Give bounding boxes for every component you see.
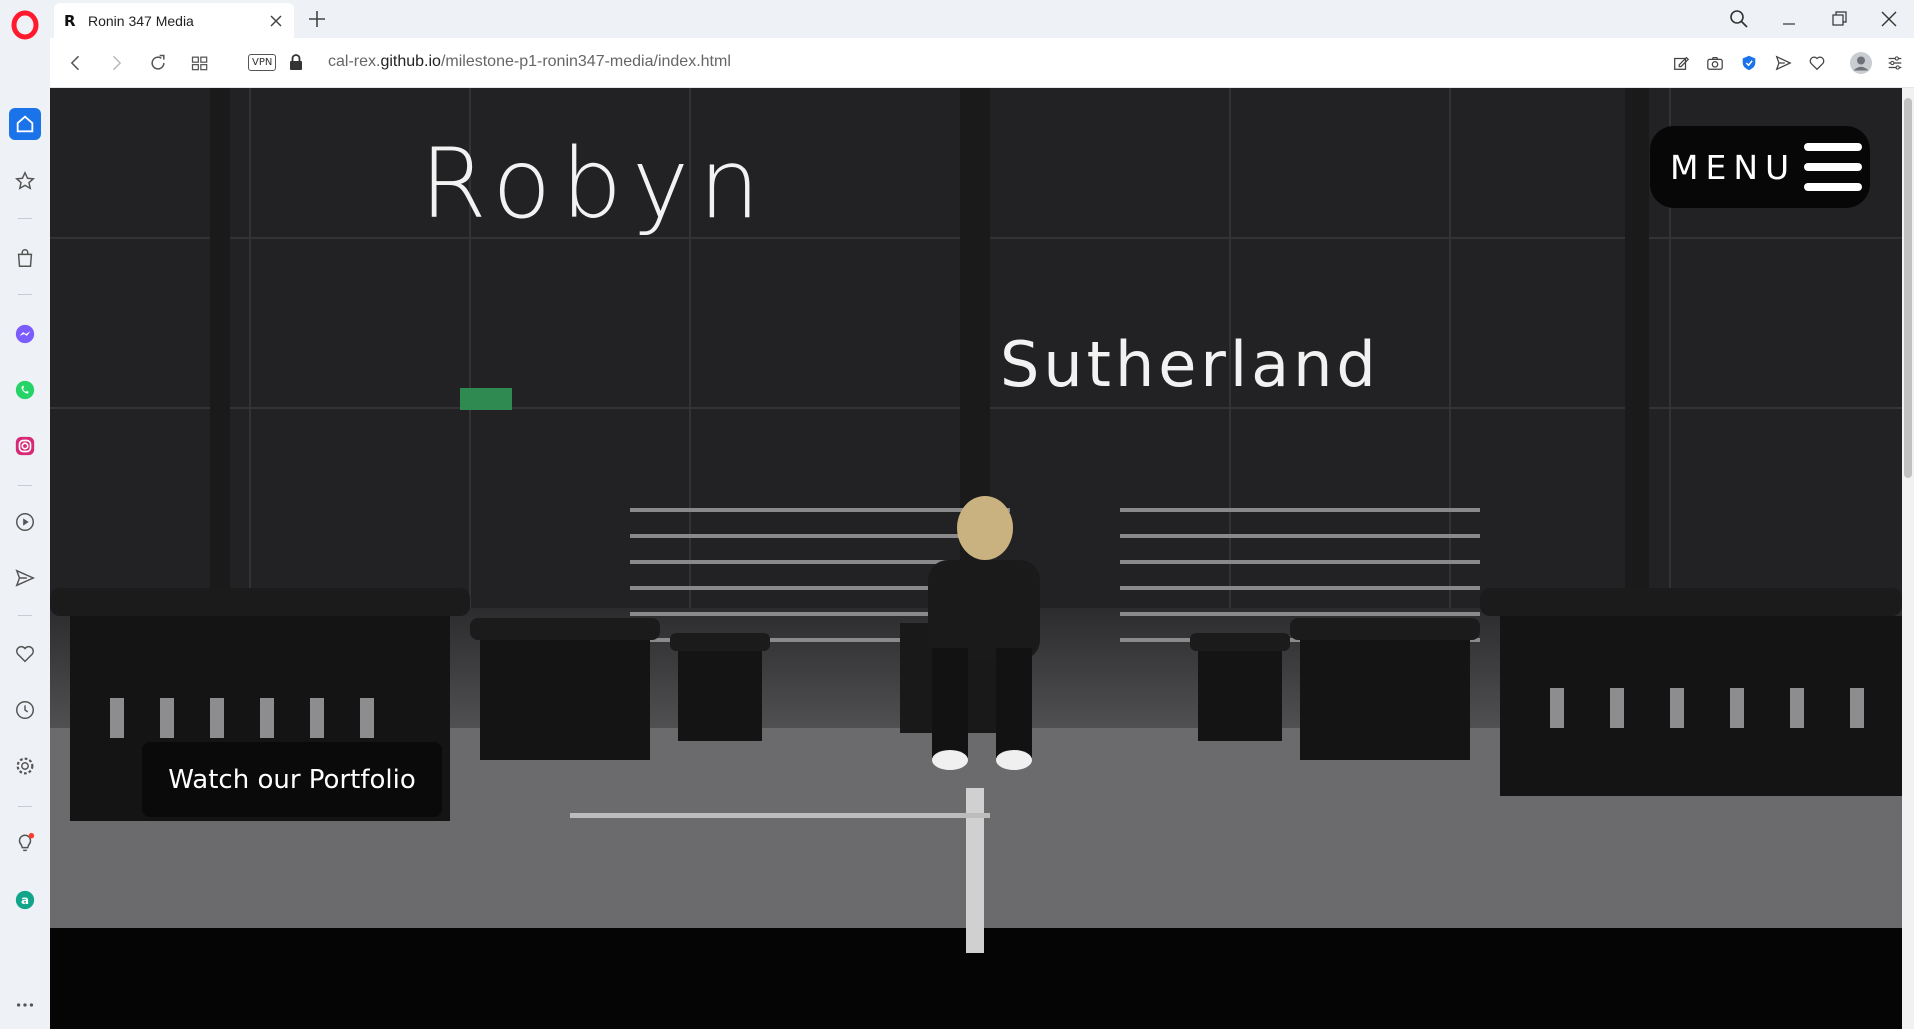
tab-title: Ronin 347 Media: [88, 12, 194, 29]
scrollbar-thumb[interactable]: [1904, 98, 1912, 478]
more-icon[interactable]: [12, 992, 38, 1018]
clock-icon[interactable]: [12, 697, 38, 723]
camera-icon[interactable]: [1702, 50, 1728, 76]
snapshot-edit-icon[interactable]: [1668, 50, 1694, 76]
url-prefix: cal-rex.: [328, 53, 381, 70]
address-field[interactable]: cal-rex.github.io/milestone-p1-ronin347-…: [328, 53, 731, 71]
opera-sidebar: a: [0, 0, 50, 1029]
gym-scene-image: [50, 88, 1902, 1029]
window-controls: [1714, 0, 1914, 38]
send-icon[interactable]: [12, 565, 38, 591]
vpn-badge[interactable]: VPN: [248, 54, 277, 71]
tab-active[interactable]: R Ronin 347 Media: [54, 3, 294, 38]
back-button[interactable]: [64, 51, 88, 75]
sidebar-separator: [18, 615, 32, 616]
window-close-button[interactable]: [1864, 0, 1914, 38]
hero-video-background: Robyn Sutherland MENU Watch our Portfoli…: [50, 88, 1902, 1029]
tab-favicon-icon: R: [64, 11, 76, 30]
messenger-icon[interactable]: [12, 321, 38, 347]
share-send-icon[interactable]: [1770, 50, 1796, 76]
home-icon[interactable]: [9, 108, 41, 140]
opera-logo-icon[interactable]: [10, 10, 40, 40]
url-host: github.io: [380, 53, 441, 70]
reload-button[interactable]: [146, 51, 170, 75]
gear-icon[interactable]: [12, 753, 38, 779]
easy-setup-icon[interactable]: [1882, 50, 1908, 76]
hamburger-icon: [1804, 143, 1863, 191]
menu-button[interactable]: MENU: [1650, 126, 1870, 208]
player-icon[interactable]: [12, 509, 38, 535]
hero-title-first-name: Robyn: [420, 128, 770, 240]
svg-text:a: a: [21, 893, 29, 907]
url-path: /milestone-p1-ronin347-media/index.html: [440, 53, 731, 70]
toolbar-right-icons: [1668, 49, 1908, 77]
lightbulb-icon[interactable]: [12, 830, 38, 856]
bookmark-heart-icon[interactable]: [1804, 50, 1830, 76]
instagram-icon[interactable]: [12, 433, 38, 459]
sidebar-separator: [18, 806, 32, 807]
tab-strip: R Ronin 347 Media: [50, 0, 1914, 38]
watch-portfolio-label: Watch our Portfolio: [168, 764, 416, 795]
forward-button[interactable]: [104, 51, 128, 75]
hero-title-last-name: Sutherland: [1000, 328, 1380, 401]
sidebar-separator: [18, 485, 32, 486]
ad-blocker-shield-icon[interactable]: [1736, 50, 1762, 76]
address-toolbar: VPN cal-rex.github.io/milestone-p1-ronin…: [50, 38, 1914, 88]
speed-dial-icon[interactable]: [188, 51, 212, 75]
tab-search-icon[interactable]: [1714, 0, 1764, 38]
aria-icon[interactable]: a: [12, 887, 38, 913]
account-avatar-icon[interactable]: [1848, 50, 1874, 76]
close-icon[interactable]: [268, 13, 284, 29]
lock-icon[interactable]: [288, 53, 304, 71]
star-icon[interactable]: [12, 168, 38, 194]
menu-label: MENU: [1670, 147, 1797, 187]
whatsapp-icon[interactable]: [12, 377, 38, 403]
watch-portfolio-button[interactable]: Watch our Portfolio: [142, 742, 442, 817]
restore-button[interactable]: [1814, 0, 1864, 38]
browser-window: a R Ronin 347 Media VPN cal-rex.github.i…: [0, 0, 1914, 1029]
new-tab-button[interactable]: [306, 8, 328, 30]
page-viewport: Robyn Sutherland MENU Watch our Portfoli…: [50, 88, 1914, 1029]
heart-icon[interactable]: [12, 641, 38, 667]
sidebar-separator: [18, 294, 32, 295]
sidebar-separator: [18, 218, 32, 219]
minimize-button[interactable]: [1764, 0, 1814, 38]
page-scrollbar[interactable]: [1902, 88, 1914, 1029]
shopping-bag-icon[interactable]: [12, 245, 38, 271]
